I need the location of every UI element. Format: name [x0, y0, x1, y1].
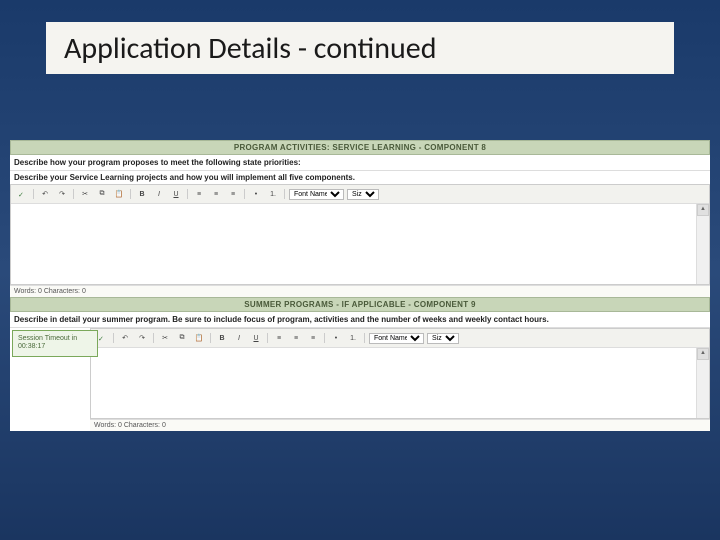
svg-text:✓: ✓	[98, 336, 104, 342]
toolbar-separator	[187, 189, 188, 199]
bullet-list-icon[interactable]: •	[249, 187, 263, 201]
editor2-toolbar: ✓ ↶ ↷ ✂ ⧉ 📋 B I U ≡ ≡ ≡	[91, 329, 709, 348]
paste-icon[interactable]: 📋	[112, 187, 126, 201]
italic-icon[interactable]: I	[232, 331, 246, 345]
editor1-textarea[interactable]: ▲	[11, 204, 709, 284]
toolbar-separator	[130, 189, 131, 199]
bullet-list-icon[interactable]: •	[329, 331, 343, 345]
underline-icon[interactable]: U	[169, 187, 183, 201]
font-size-select[interactable]: Size	[427, 333, 459, 344]
copy-icon[interactable]: ⧉	[95, 187, 109, 201]
redo-icon[interactable]: ↷	[55, 187, 69, 201]
scroll-up-icon[interactable]: ▲	[697, 204, 709, 216]
toolbar-separator	[153, 333, 154, 343]
toolbar-separator	[324, 333, 325, 343]
font-name-select[interactable]: Font Name	[289, 189, 344, 200]
editor1-toolbar: ✓ ↶ ↷ ✂ ⧉ 📋 B I U ≡ ≡ ≡ • 1. Font	[11, 185, 709, 204]
redo-icon[interactable]: ↷	[135, 331, 149, 345]
editor2-scrollbar[interactable]: ▲	[696, 348, 709, 418]
cut-icon[interactable]: ✂	[158, 331, 172, 345]
undo-icon[interactable]: ↶	[38, 187, 52, 201]
toolbar-separator	[73, 189, 74, 199]
toolbar-separator	[364, 333, 365, 343]
align-left-icon[interactable]: ≡	[272, 331, 286, 345]
toolbar-separator	[284, 189, 285, 199]
paste-icon[interactable]: 📋	[192, 331, 206, 345]
align-right-icon[interactable]: ≡	[226, 187, 240, 201]
editor1-status: Words: 0 Characters: 0	[10, 285, 710, 297]
spellcheck-icon[interactable]: ✓	[15, 187, 29, 201]
toolbar-separator	[113, 333, 114, 343]
editor2-status: Words: 0 Characters: 0	[90, 419, 710, 431]
editor2-textarea[interactable]: ▲	[91, 348, 709, 418]
title-bar: Application Details - continued	[46, 22, 674, 74]
align-right-icon[interactable]: ≡	[306, 331, 320, 345]
section-header-8: PROGRAM ACTIVITIES: SERVICE LEARNING - C…	[10, 140, 710, 155]
cut-icon[interactable]: ✂	[78, 187, 92, 201]
section2-block: ✓ ↶ ↷ ✂ ⧉ 📋 B I U ≡ ≡ ≡	[90, 328, 710, 431]
svg-text:✓: ✓	[18, 192, 24, 198]
italic-icon[interactable]: I	[152, 187, 166, 201]
font-size-select[interactable]: Size	[347, 189, 379, 200]
session-timeout-value: 00:38:17	[18, 343, 92, 351]
undo-icon[interactable]: ↶	[118, 331, 132, 345]
bold-icon[interactable]: B	[135, 187, 149, 201]
align-left-icon[interactable]: ≡	[192, 187, 206, 201]
toolbar-separator	[267, 333, 268, 343]
session-timeout-label: Session Timeout in	[18, 335, 92, 343]
align-center-icon[interactable]: ≡	[209, 187, 223, 201]
scroll-up-icon[interactable]: ▲	[697, 348, 709, 360]
copy-icon[interactable]: ⧉	[175, 331, 189, 345]
editor1-container: ✓ ↶ ↷ ✂ ⧉ 📋 B I U ≡ ≡ ≡ • 1. Font	[10, 184, 710, 285]
font-name-select[interactable]: Font Name	[369, 333, 424, 344]
editor1-scrollbar[interactable]: ▲	[696, 204, 709, 284]
session-timeout-box: Session Timeout in 00:38:17	[12, 330, 98, 357]
section2-prompt: Describe in detail your summer program. …	[10, 312, 710, 328]
section1-subprompt: Describe your Service Learning projects …	[10, 171, 710, 184]
align-center-icon[interactable]: ≡	[289, 331, 303, 345]
bold-icon[interactable]: B	[215, 331, 229, 345]
page-title: Application Details - continued	[64, 30, 436, 67]
slide: Application Details - continued PROGRAM …	[0, 0, 720, 540]
section1-prompt: Describe how your program proposes to me…	[10, 155, 710, 171]
number-list-icon[interactable]: 1.	[346, 331, 360, 345]
section-header-9: SUMMER PROGRAMS - IF APPLICABLE - COMPON…	[10, 297, 710, 312]
toolbar-separator	[33, 189, 34, 199]
editor2-container: ✓ ↶ ↷ ✂ ⧉ 📋 B I U ≡ ≡ ≡	[90, 328, 710, 419]
toolbar-separator	[210, 333, 211, 343]
number-list-icon[interactable]: 1.	[266, 187, 280, 201]
form-area: PROGRAM ACTIVITIES: SERVICE LEARNING - C…	[10, 140, 710, 431]
toolbar-separator	[244, 189, 245, 199]
underline-icon[interactable]: U	[249, 331, 263, 345]
